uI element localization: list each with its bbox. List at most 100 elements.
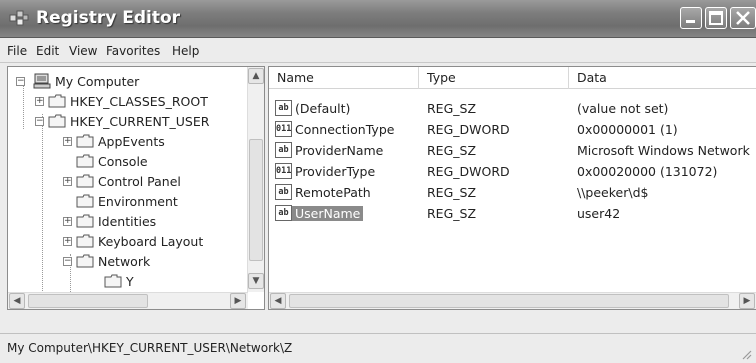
tree-item-label: Network	[98, 253, 151, 269]
value-data: \\peeker\d$	[577, 185, 649, 200]
folder-icon	[76, 214, 94, 228]
value-name: RemotePath	[295, 185, 371, 200]
list-row[interactable]: ab (Default) REG_SZ (value not set)	[269, 98, 756, 119]
tree-item-label: Console	[98, 153, 148, 169]
close-button[interactable]	[730, 7, 756, 29]
folder-icon	[76, 134, 94, 148]
tree-item-label: AppEvents	[98, 133, 165, 149]
close-icon	[736, 11, 750, 25]
tree-item-y[interactable]: Y	[104, 271, 134, 291]
value-data: 0x00000001 (1)	[577, 122, 678, 137]
minimize-button[interactable]	[680, 7, 702, 29]
key-tree-pane[interactable]: − My Computer + HKEY_CLASSES_ROOT − HKEY…	[7, 66, 265, 310]
tree-item-control-panel[interactable]: + Control Panel	[63, 171, 181, 191]
values-list-pane[interactable]: Name Type Data ab (Default) REG_SZ (valu…	[268, 66, 756, 310]
expand-icon[interactable]: +	[63, 176, 72, 186]
scroll-up-icon[interactable]: ▲	[248, 68, 264, 84]
tree-item-my-computer[interactable]: − My Computer	[16, 71, 139, 91]
list-row[interactable]: ab RemotePath REG_SZ \\peeker\d$	[269, 182, 756, 203]
value-name: ConnectionType	[295, 122, 395, 137]
tree-item-environment[interactable]: Environment	[76, 191, 178, 211]
value-name: ProviderName	[295, 143, 384, 158]
menu-favorites[interactable]: Favorites	[106, 44, 160, 58]
scroll-left-icon[interactable]: ◀	[270, 293, 286, 309]
tree-item-label: Y	[126, 273, 134, 289]
title-bar[interactable]: Registry Editor	[0, 0, 756, 38]
status-bar: My Computer\HKEY_CURRENT_USER\Network\Z	[0, 333, 756, 363]
menu-help[interactable]: Help	[172, 44, 199, 58]
list-row-selected[interactable]: ab UserName REG_SZ user42	[269, 203, 756, 224]
collapse-icon[interactable]: −	[35, 116, 44, 126]
value-type: REG_SZ	[427, 206, 477, 221]
list-row[interactable]: 011 ProviderType REG_DWORD 0x00020000 (1…	[269, 161, 756, 182]
list-horizontal-scrollbar[interactable]: ◀ ▶	[269, 292, 756, 309]
collapse-icon[interactable]: −	[16, 76, 25, 86]
list-row[interactable]: 011 ConnectionType REG_DWORD 0x00000001 …	[269, 119, 756, 140]
value-type: REG_SZ	[427, 185, 477, 200]
expand-icon[interactable]: +	[63, 136, 72, 146]
tree-item-label: Control Panel	[98, 173, 181, 189]
value-name: (Default)	[295, 101, 351, 116]
expand-icon[interactable]: +	[63, 216, 72, 226]
tree-item-hkey-current-user[interactable]: − HKEY_CURRENT_USER	[35, 111, 209, 131]
list-row[interactable]: ab ProviderName REG_SZ Microsoft Windows…	[269, 140, 756, 161]
scroll-right-icon[interactable]: ▶	[739, 293, 755, 309]
string-value-icon: ab	[275, 184, 292, 200]
value-data: 0x00020000 (131072)	[577, 164, 718, 179]
scroll-thumb[interactable]	[249, 139, 263, 261]
folder-icon	[104, 274, 122, 288]
tree-horizontal-scrollbar[interactable]: ◀ ▶	[8, 292, 248, 309]
list-header: Name Type Data	[269, 67, 756, 89]
scroll-thumb[interactable]	[289, 294, 729, 308]
scroll-thumb[interactable]	[28, 294, 148, 308]
value-name: UserName	[292, 206, 364, 221]
tree-item-label: Environment	[98, 193, 178, 209]
value-name: ProviderType	[295, 164, 376, 179]
folder-icon	[76, 234, 94, 248]
scroll-right-icon[interactable]: ▶	[230, 293, 246, 309]
window-title: Registry Editor	[36, 8, 181, 28]
maximize-button[interactable]	[705, 7, 727, 29]
tree-item-label: HKEY_CURRENT_USER	[70, 113, 210, 129]
tree-item-label: Identities	[98, 213, 157, 229]
value-type: REG_SZ	[427, 143, 477, 158]
value-data: user42	[577, 206, 621, 221]
menu-view[interactable]: View	[69, 44, 97, 58]
string-value-icon: ab	[275, 100, 292, 116]
column-header-data[interactable]: Data	[569, 67, 756, 89]
string-value-icon: ab	[275, 142, 292, 158]
collapse-icon[interactable]: −	[63, 256, 72, 266]
folder-icon	[76, 174, 94, 188]
resize-grip-icon[interactable]	[740, 348, 752, 360]
scroll-left-icon[interactable]: ◀	[9, 293, 25, 309]
value-type: REG_SZ	[427, 101, 477, 116]
string-value-icon: ab	[275, 205, 292, 221]
tree-connector	[42, 114, 43, 291]
binary-value-icon: 011	[275, 121, 292, 137]
folder-icon	[76, 154, 94, 168]
scroll-down-icon[interactable]: ▼	[248, 273, 264, 289]
tree-item-hkey-classes-root[interactable]: + HKEY_CLASSES_ROOT	[35, 91, 208, 111]
menu-file[interactable]: File	[7, 44, 27, 58]
column-header-name[interactable]: Name	[269, 67, 419, 89]
column-header-type[interactable]: Type	[419, 67, 569, 89]
tree-item-console[interactable]: Console	[76, 151, 148, 171]
value-name-cell: UserName	[292, 203, 364, 224]
tree-item-network[interactable]: − Network	[63, 251, 150, 271]
maximize-icon	[709, 11, 723, 25]
tree-item-identities[interactable]: + Identities	[63, 211, 156, 231]
status-path: My Computer\HKEY_CURRENT_USER\Network\Z	[7, 341, 293, 355]
minimize-icon	[686, 20, 695, 23]
expand-icon[interactable]: +	[63, 236, 72, 246]
tree-vertical-scrollbar[interactable]: ▲ ▼	[247, 67, 264, 292]
menu-edit[interactable]: Edit	[36, 44, 59, 58]
registry-editor-window: Registry Editor File Edit View Favorites…	[0, 0, 756, 363]
tree-item-label: My Computer	[55, 73, 140, 89]
tree-item-keyboard-layout[interactable]: + Keyboard Layout	[63, 231, 203, 251]
value-type: REG_DWORD	[427, 122, 510, 137]
tree-item-label: Keyboard Layout	[98, 233, 204, 249]
tree-item-appevents[interactable]: + AppEvents	[63, 131, 165, 151]
expand-icon[interactable]: +	[35, 96, 44, 106]
value-data: Microsoft Windows Network	[577, 143, 750, 158]
folder-icon	[48, 114, 66, 128]
